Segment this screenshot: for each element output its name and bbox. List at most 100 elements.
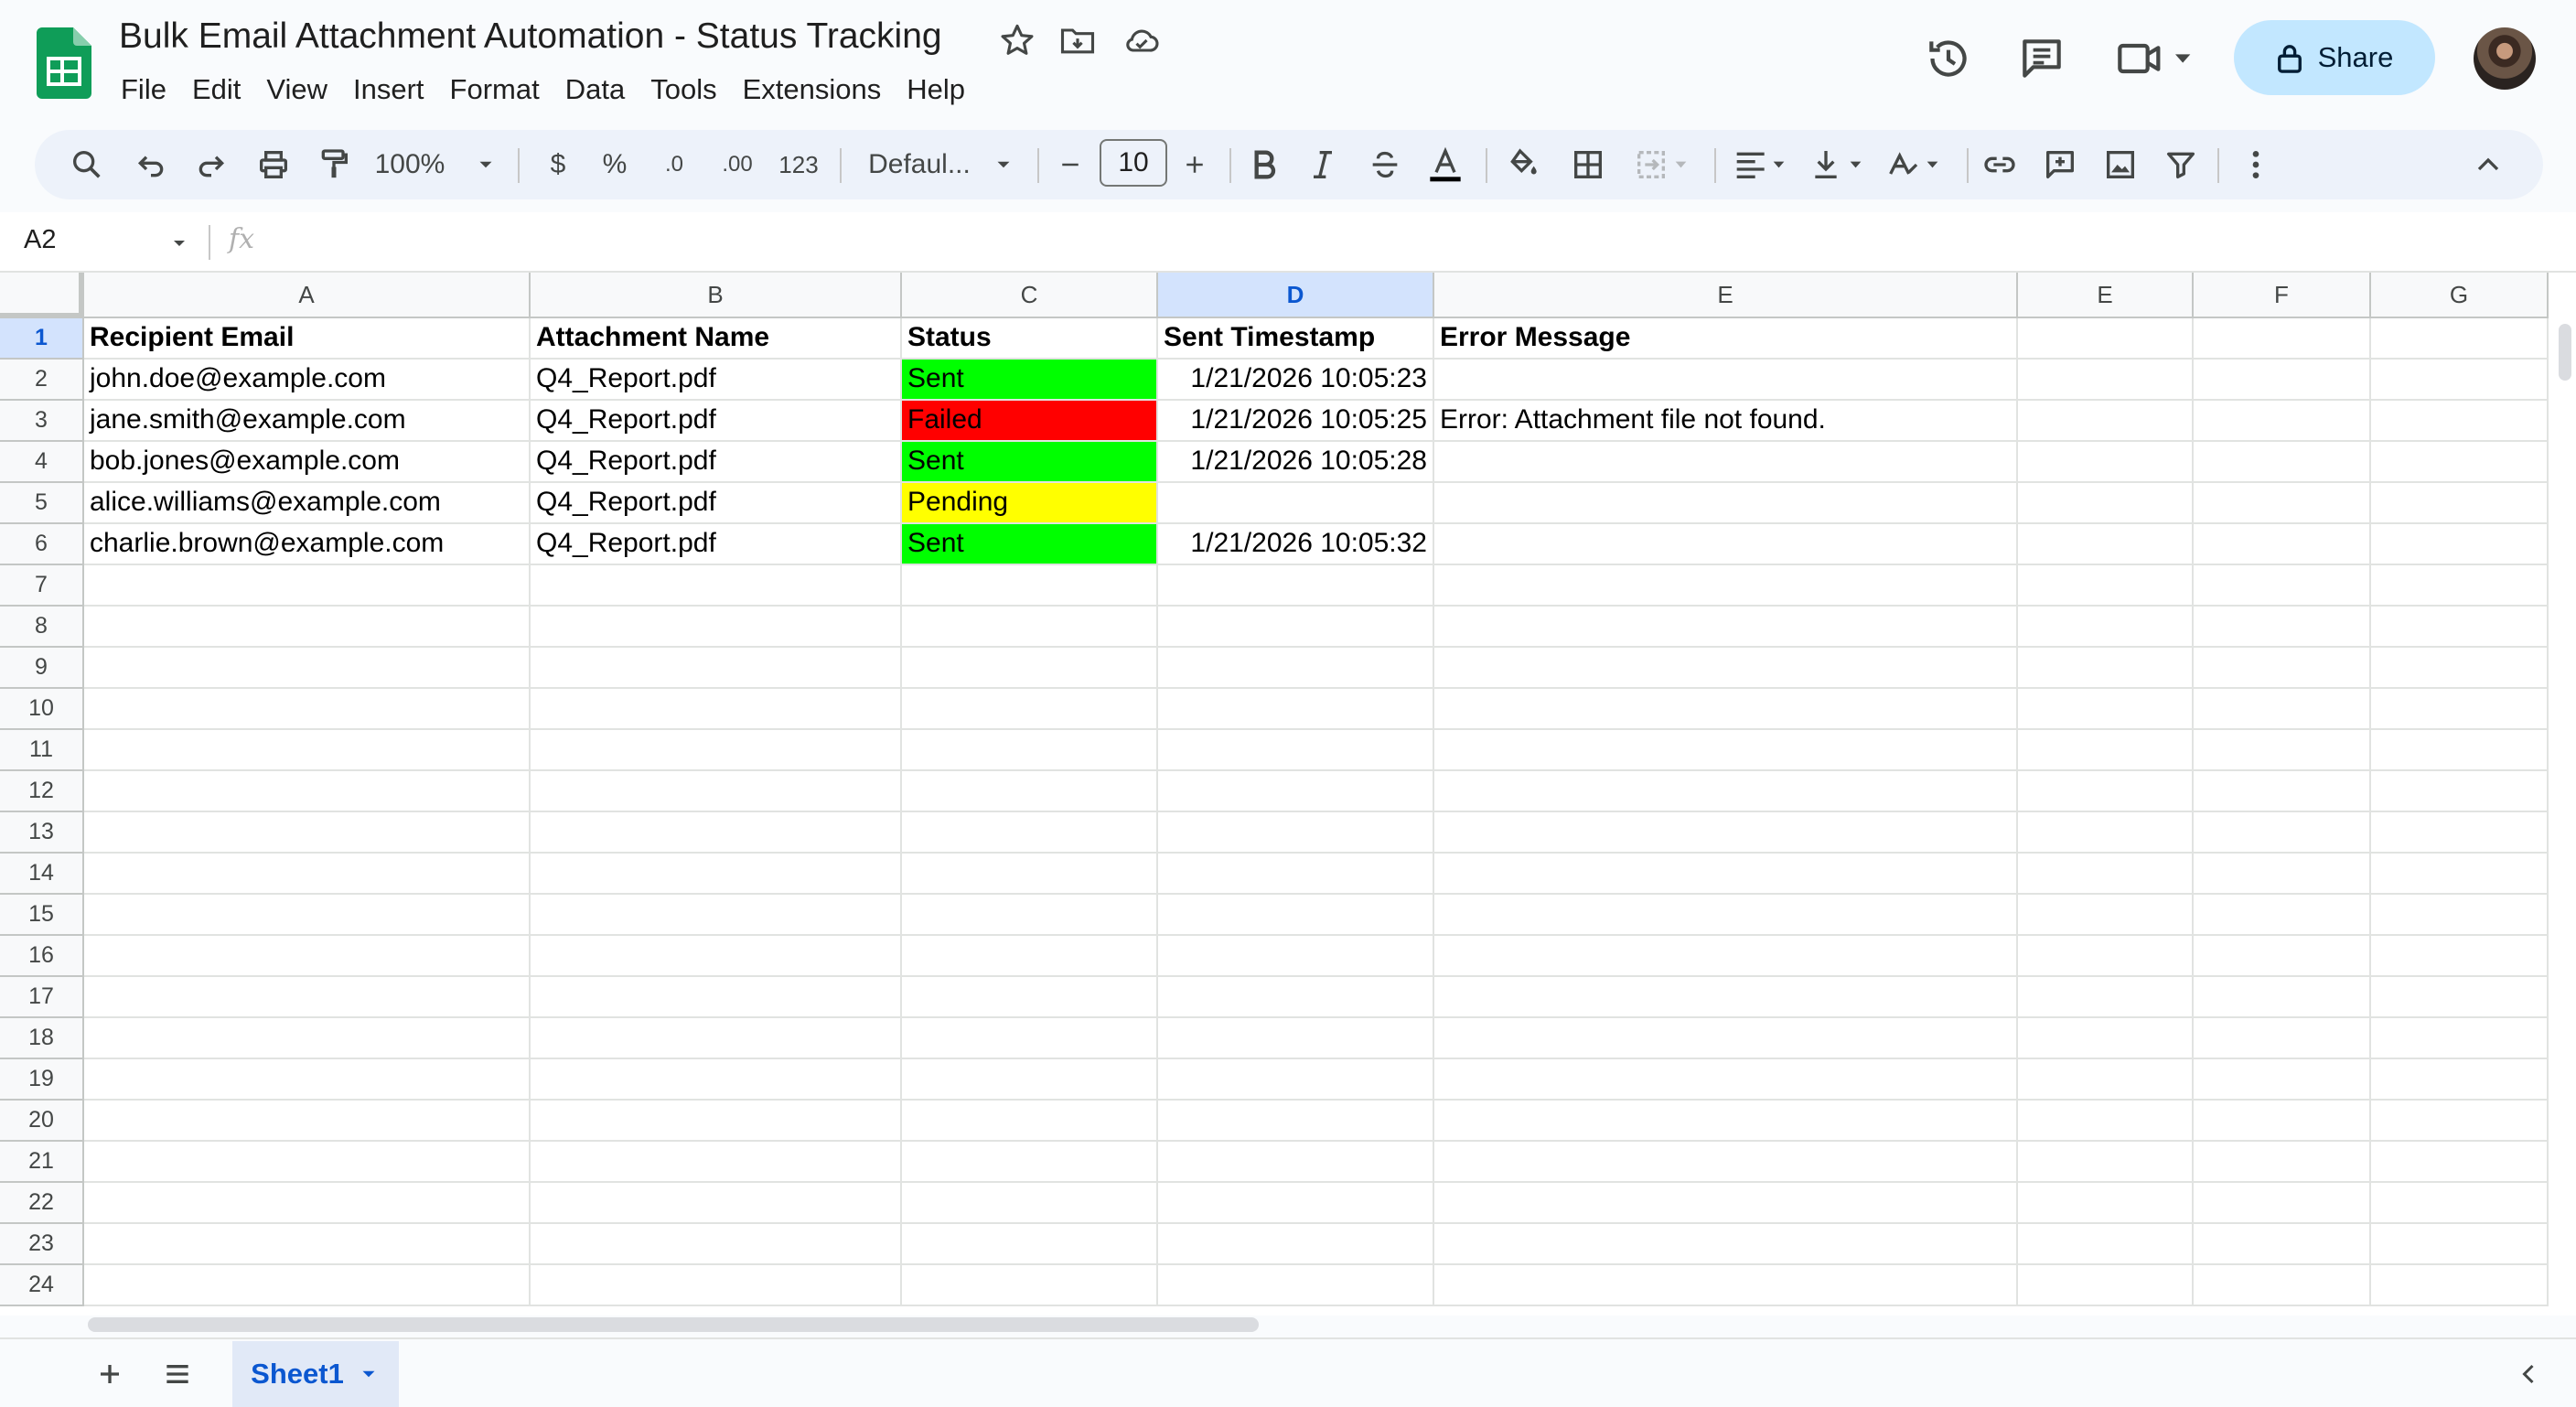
- grid-cell[interactable]: [531, 1265, 902, 1306]
- column-header[interactable]: E: [1434, 273, 2018, 318]
- grid-cell[interactable]: [2194, 977, 2371, 1018]
- row-header[interactable]: 20: [0, 1101, 84, 1142]
- grid-cell[interactable]: [2194, 936, 2371, 977]
- grid-cell[interactable]: [902, 689, 1158, 730]
- grid-cell[interactable]: Q4_Report.pdf: [531, 524, 902, 565]
- grid-cell[interactable]: [2371, 1018, 2549, 1059]
- row-header[interactable]: 17: [0, 977, 84, 1018]
- increase-decimal-button[interactable]: .00: [712, 130, 763, 199]
- grid-cell[interactable]: [2371, 936, 2549, 977]
- horizontal-scrollbar-thumb[interactable]: [88, 1317, 1259, 1332]
- grid-cell[interactable]: [1158, 1059, 1434, 1101]
- row-header[interactable]: 12: [0, 771, 84, 812]
- grid-cell[interactable]: [84, 854, 531, 895]
- grid-cell[interactable]: [2194, 318, 2371, 360]
- sheets-logo-icon[interactable]: [37, 27, 91, 99]
- grid-cell[interactable]: [2194, 565, 2371, 607]
- grid-cell[interactable]: [902, 1101, 1158, 1142]
- grid-cell[interactable]: [1158, 730, 1434, 771]
- grid-cell[interactable]: [1158, 1142, 1434, 1183]
- grid-cell[interactable]: [531, 977, 902, 1018]
- row-header[interactable]: 15: [0, 895, 84, 936]
- grid-cell[interactable]: [84, 1224, 531, 1265]
- row-header[interactable]: 22: [0, 1183, 84, 1224]
- grid-cell[interactable]: [1158, 1018, 1434, 1059]
- grid-cell[interactable]: [1158, 565, 1434, 607]
- grid-cell[interactable]: [2018, 1101, 2194, 1142]
- grid-cell[interactable]: [2194, 1224, 2371, 1265]
- column-header[interactable]: F: [2194, 273, 2371, 318]
- grid-cell[interactable]: [2194, 401, 2371, 442]
- grid-cell[interactable]: [902, 1183, 1158, 1224]
- chevron-down-icon[interactable]: [470, 130, 501, 199]
- grid-cell[interactable]: [2371, 812, 2549, 854]
- grid-cell[interactable]: [902, 812, 1158, 854]
- grid-cell[interactable]: [902, 1265, 1158, 1306]
- grid-cell[interactable]: [84, 689, 531, 730]
- text-rotation-icon[interactable]: [1883, 130, 1950, 199]
- grid-cell[interactable]: bob.jones@example.com: [84, 442, 531, 483]
- row-header[interactable]: 5: [0, 483, 84, 524]
- grid-cell[interactable]: [84, 1265, 531, 1306]
- grid-cell[interactable]: [2371, 1101, 2549, 1142]
- merge-cells-icon[interactable]: [1628, 130, 1701, 199]
- row-header[interactable]: 8: [0, 607, 84, 648]
- grid-cell[interactable]: [1434, 1142, 2018, 1183]
- grid-cell[interactable]: [2371, 730, 2549, 771]
- grid-cell[interactable]: [2194, 689, 2371, 730]
- grid-cell[interactable]: [531, 689, 902, 730]
- grid-cell[interactable]: [902, 771, 1158, 812]
- status-cell[interactable]: Sent: [902, 442, 1158, 483]
- more-icon[interactable]: [2238, 130, 2274, 199]
- select-all-corner[interactable]: [0, 273, 84, 318]
- row-header[interactable]: 18: [0, 1018, 84, 1059]
- meet-video-icon[interactable]: [2115, 33, 2197, 84]
- grid-cell[interactable]: [1158, 812, 1434, 854]
- grid-cell[interactable]: [902, 977, 1158, 1018]
- grid-cell[interactable]: [2018, 1018, 2194, 1059]
- grid-cell[interactable]: [84, 977, 531, 1018]
- decrease-font-size-button[interactable]: [1052, 130, 1089, 199]
- grid-cell[interactable]: [2018, 1142, 2194, 1183]
- grid-cell[interactable]: [902, 648, 1158, 689]
- grid-cell[interactable]: [1434, 730, 2018, 771]
- grid-cell[interactable]: [1434, 895, 2018, 936]
- grid-cell[interactable]: [1434, 565, 2018, 607]
- grid-cell[interactable]: [2194, 483, 2371, 524]
- grid-cell[interactable]: [1434, 1018, 2018, 1059]
- zoom-select[interactable]: 100%: [373, 130, 446, 199]
- row-header[interactable]: 10: [0, 689, 84, 730]
- chevron-down-icon[interactable]: [168, 232, 190, 259]
- grid-cell[interactable]: [84, 1183, 531, 1224]
- grid-cell[interactable]: [2018, 1059, 2194, 1101]
- grid-cell[interactable]: [2194, 1018, 2371, 1059]
- comment-icon[interactable]: [2040, 130, 2080, 199]
- header-cell[interactable]: Attachment Name: [531, 318, 902, 360]
- grid-cell[interactable]: [1434, 1224, 2018, 1265]
- grid-cell[interactable]: [1158, 977, 1434, 1018]
- menu-help[interactable]: Help: [894, 70, 978, 110]
- number-format-button[interactable]: 123: [776, 130, 821, 199]
- grid-cell[interactable]: [2194, 854, 2371, 895]
- grid-cell[interactable]: [2018, 854, 2194, 895]
- menu-edit[interactable]: Edit: [179, 70, 253, 110]
- grid-cell[interactable]: [2371, 565, 2549, 607]
- grid-cell[interactable]: [531, 895, 902, 936]
- grid-cell[interactable]: [1434, 771, 2018, 812]
- grid-cell[interactable]: [1434, 442, 2018, 483]
- grid-cell[interactable]: [2018, 895, 2194, 936]
- column-header[interactable]: D: [1158, 273, 1434, 318]
- grid-cell[interactable]: [2018, 689, 2194, 730]
- account-avatar[interactable]: [2474, 27, 2536, 90]
- column-header[interactable]: G: [2371, 273, 2549, 318]
- version-history-icon[interactable]: [1923, 33, 1974, 84]
- grid-cell[interactable]: [1434, 977, 2018, 1018]
- grid-cell[interactable]: [2194, 895, 2371, 936]
- grid-cell[interactable]: [1434, 1265, 2018, 1306]
- grid-cell[interactable]: Q4_Report.pdf: [531, 442, 902, 483]
- grid-cell[interactable]: [2371, 1142, 2549, 1183]
- vertical-scrollbar[interactable]: [2556, 322, 2576, 1312]
- menu-file[interactable]: File: [119, 70, 179, 110]
- bold-icon[interactable]: [1246, 130, 1283, 199]
- grid-cell[interactable]: [2371, 524, 2549, 565]
